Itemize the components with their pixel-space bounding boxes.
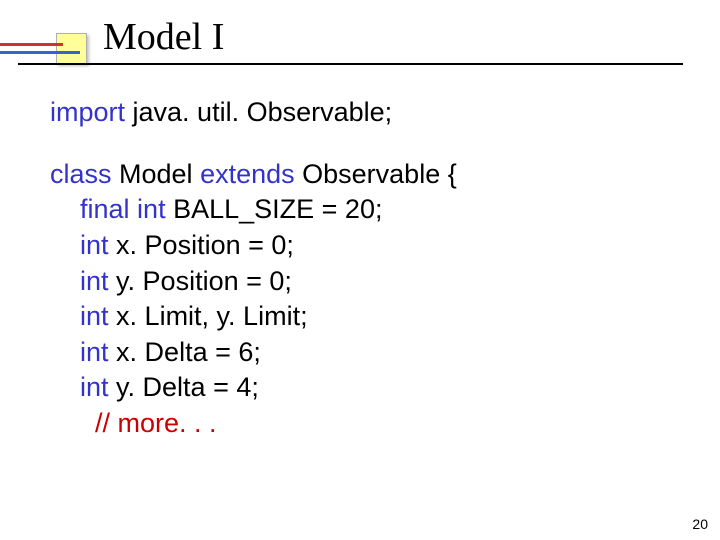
indent (50, 266, 80, 296)
indent (50, 372, 80, 402)
slide-title: Model I (103, 15, 224, 59)
code-text: BALL_SIZE = 20; (166, 194, 383, 224)
decor-red-bar (0, 43, 63, 46)
keyword-int: int (80, 337, 109, 367)
code-text: x. Position = 0; (109, 230, 294, 260)
blank-line (50, 131, 680, 157)
code-line: int x. Delta = 6; (50, 335, 680, 371)
code-text: java. util. Observable; (125, 97, 392, 127)
code-line: final int BALL_SIZE = 20; (50, 192, 680, 228)
slide: Model I import java. util. Observable; c… (0, 0, 720, 540)
keyword-import: import (50, 97, 125, 127)
keyword-extends: extends (200, 159, 295, 189)
code-line: int x. Position = 0; (50, 228, 680, 264)
indent (50, 230, 80, 260)
indent (50, 301, 80, 331)
decor-square-icon (56, 33, 87, 64)
decor-blue-bar (0, 51, 80, 54)
comment: // more. . . (95, 408, 217, 438)
code-text: x. Delta = 6; (109, 337, 261, 367)
keyword-int: int (80, 230, 109, 260)
code-text: x. Limit, y. Limit; (109, 301, 308, 331)
keyword-class: class (50, 159, 112, 189)
code-line: class Model extends Observable { (50, 157, 680, 193)
code-line: import java. util. Observable; (50, 95, 680, 131)
code-text: Observable { (295, 159, 457, 189)
page-number: 20 (692, 516, 708, 532)
title-decoration (0, 33, 100, 65)
keyword-int: int (80, 372, 109, 402)
keyword-int: int (80, 266, 109, 296)
code-line: int y. Delta = 4; (50, 370, 680, 406)
code-text: Model (112, 159, 201, 189)
code-block: import java. util. Observable; class Mod… (50, 95, 680, 442)
code-line: int x. Limit, y. Limit; (50, 299, 680, 335)
indent (50, 337, 80, 367)
keyword-final-int: final int (80, 194, 166, 224)
code-line: int y. Position = 0; (50, 264, 680, 300)
code-line: // more. . . (50, 406, 680, 442)
keyword-int: int (80, 301, 109, 331)
title-underline (18, 63, 683, 65)
code-text: y. Position = 0; (109, 266, 292, 296)
indent (50, 408, 95, 438)
indent (50, 194, 80, 224)
code-text: y. Delta = 4; (109, 372, 259, 402)
